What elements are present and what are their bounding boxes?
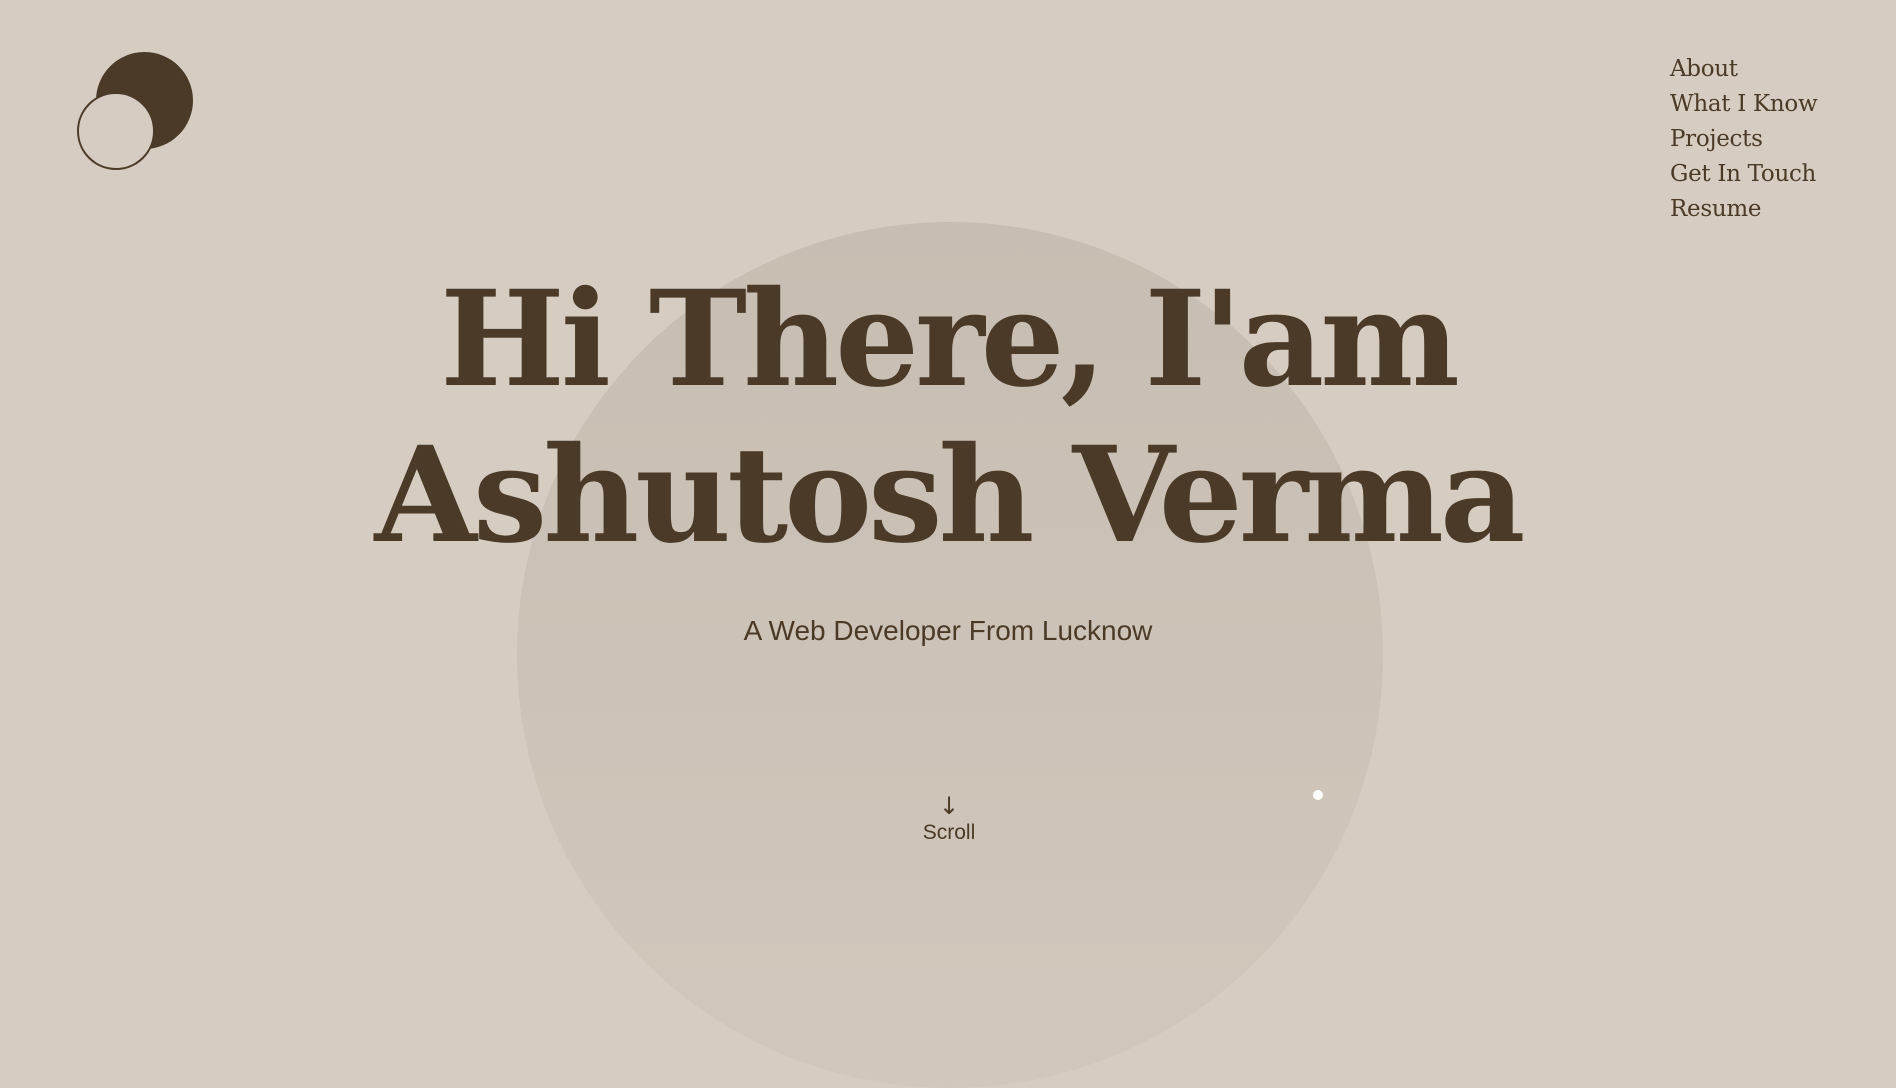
nav-item-resume[interactable]: Resume bbox=[1670, 192, 1817, 227]
scroll-indicator[interactable]: ↓ Scroll bbox=[899, 792, 999, 846]
logo[interactable] bbox=[75, 52, 195, 172]
hero-subtitle: A Web Developer From Lucknow bbox=[743, 615, 1153, 646]
nav-item-get-in-touch[interactable]: Get In Touch bbox=[1670, 157, 1817, 192]
nav-item-about[interactable]: About bbox=[1670, 52, 1817, 87]
hero-title-line-1: Hi There, I'am bbox=[440, 262, 1460, 417]
hero-title: Hi There, I'am Ashutosh Verma bbox=[0, 262, 1896, 574]
nav-item-projects[interactable]: Projects bbox=[1670, 122, 1817, 157]
hero-title-line-2: Ashutosh Verma bbox=[374, 418, 1526, 573]
logo-outline-circle bbox=[77, 92, 155, 170]
arrow-down-icon: ↓ bbox=[938, 792, 960, 820]
nav-item-what-i-know[interactable]: What I Know bbox=[1670, 87, 1818, 122]
main-navigation: About What I Know Projects Get In Touch … bbox=[1670, 52, 1818, 227]
scroll-label: Scroll bbox=[922, 821, 976, 844]
cursor-dot bbox=[1313, 790, 1323, 800]
